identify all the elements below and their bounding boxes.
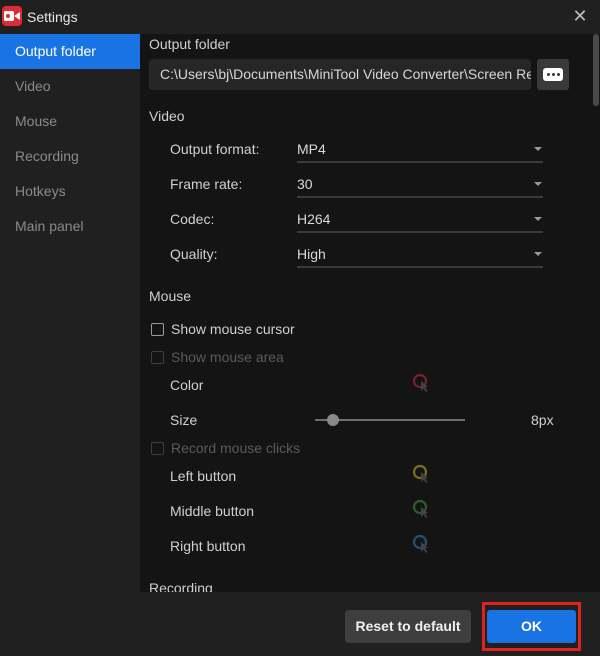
title-bar: Settings ✕: [0, 0, 600, 34]
left-button-label: Left button: [170, 468, 237, 484]
output-format-value: MP4: [297, 141, 326, 157]
sidebar-item-main-panel[interactable]: Main panel: [0, 209, 140, 244]
output-folder-heading: Output folder: [149, 36, 230, 52]
mouse-area-color-icon: [412, 373, 428, 392]
left-click-color-icon: [412, 464, 428, 483]
codec-value: H264: [297, 211, 331, 227]
chevron-down-icon: [534, 147, 542, 151]
record-mouse-clicks-label: Record mouse clicks: [171, 440, 301, 456]
sidebar-item-hotkeys[interactable]: Hotkeys: [0, 174, 140, 209]
settings-content: Output folder C:\Users\bj\Documents\Mini…: [140, 34, 600, 592]
right-click-color-icon: [412, 534, 428, 553]
output-format-select[interactable]: MP4: [297, 139, 543, 163]
browse-folder-button[interactable]: [537, 59, 569, 90]
mouse-heading: Mouse: [149, 288, 192, 304]
chevron-down-icon: [534, 217, 542, 221]
chevron-down-icon: [534, 182, 542, 186]
sidebar: Output folder Video Mouse Recording Hotk…: [0, 34, 140, 592]
show-mouse-cursor-label: Show mouse cursor: [171, 321, 295, 337]
size-label: Size: [170, 412, 198, 428]
ok-button[interactable]: OK: [487, 610, 576, 643]
quality-select[interactable]: High: [297, 244, 543, 268]
slider-thumb[interactable]: [327, 414, 339, 426]
middle-click-color-icon: [412, 499, 428, 518]
frame-rate-select[interactable]: 30: [297, 174, 543, 198]
sidebar-item-mouse[interactable]: Mouse: [0, 104, 140, 139]
mouse-size-slider[interactable]: [315, 413, 465, 427]
more-dots-icon: [543, 68, 563, 81]
checkbox-box: [151, 442, 164, 455]
video-camera-icon: [2, 6, 22, 26]
chevron-down-icon: [534, 252, 542, 256]
frame-rate-value: 30: [297, 176, 313, 192]
codec-select[interactable]: H264: [297, 209, 543, 233]
quality-value: High: [297, 246, 326, 262]
right-button-label: Right button: [170, 538, 246, 554]
recording-heading: Recording: [149, 580, 213, 592]
scrollbar-thumb[interactable]: [593, 34, 599, 106]
middle-button-label: Middle button: [170, 503, 255, 519]
sidebar-item-output-folder[interactable]: Output folder: [0, 34, 140, 69]
window-title: Settings: [27, 9, 78, 25]
output-folder-path-input[interactable]: C:\Users\bj\Documents\MiniTool Video Con…: [149, 59, 531, 90]
size-value: 8px: [531, 412, 554, 428]
show-mouse-area-label: Show mouse area: [171, 349, 284, 365]
color-label: Color: [170, 377, 204, 393]
reset-to-default-button[interactable]: Reset to default: [345, 610, 471, 643]
sidebar-item-recording[interactable]: Recording: [0, 139, 140, 174]
codec-label: Codec:: [170, 211, 215, 227]
checkbox-box: [151, 351, 164, 364]
checkbox-box[interactable]: [151, 323, 164, 336]
frame-rate-label: Frame rate:: [170, 176, 243, 192]
video-heading: Video: [149, 108, 185, 124]
close-icon[interactable]: ✕: [572, 7, 588, 25]
sidebar-item-video[interactable]: Video: [0, 69, 140, 104]
footer: Reset to default OK: [0, 592, 600, 656]
scrollbar[interactable]: [593, 34, 599, 592]
output-format-label: Output format:: [170, 141, 260, 157]
quality-label: Quality:: [170, 246, 218, 262]
